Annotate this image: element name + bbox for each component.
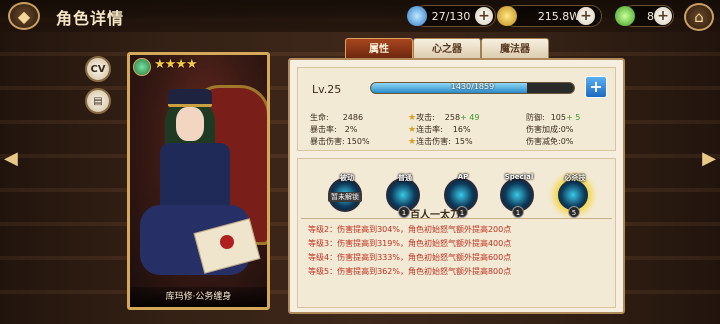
tab-attributes[interactable]: 属性: [345, 38, 413, 59]
prev-character-arrow-icon[interactable]: ◀: [4, 148, 18, 169]
cv-label: CV: [90, 63, 106, 75]
level-up-button[interactable]: +: [585, 76, 607, 98]
skill-level: 1: [512, 206, 524, 218]
character-coat: [160, 143, 230, 213]
exp-text: 1430/1859: [450, 82, 495, 91]
skill-ultimate[interactable]: 必杀技 5: [556, 174, 590, 218]
character-name: 库玛修·公务缠身: [130, 287, 267, 307]
back-button[interactable]: ◆: [8, 2, 40, 30]
stat-defense: 防御: 105+ 5: [526, 113, 581, 122]
star-icon: ★: [408, 125, 417, 135]
stat-crit: 暴击率: 2%: [310, 125, 358, 134]
gold-coin-icon: [497, 6, 517, 26]
add-gems-button[interactable]: +: [654, 7, 672, 25]
star-icon: ★: [408, 137, 417, 147]
exp-bar: 1430/1859: [370, 82, 575, 94]
level-label: Lv.25: [312, 83, 342, 96]
next-character-arrow-icon[interactable]: ▶: [702, 148, 716, 169]
skill-name: 普通: [398, 174, 412, 182]
stat-attack: ★攻击: 258+ 49: [408, 113, 480, 123]
back-diamond-icon: ◆: [17, 6, 31, 26]
gems-plus-holder: +: [654, 5, 676, 27]
skill-locked-badge: 暂未解锁: [328, 192, 362, 202]
detail-panel: Lv.25 1430/1859 + 生命: 2486 暴击率: 2% 暴击伤害: 15…: [288, 58, 625, 314]
stat-damage-reduction: 伤害减免:0%: [526, 137, 574, 146]
add-stamina-button[interactable]: +: [475, 7, 493, 25]
gold-plus-holder: +: [577, 5, 599, 27]
character-hat: [168, 89, 212, 107]
skill-name: 被动: [340, 174, 354, 182]
top-bar: ◆ 角色详情 27/130 + 215.8W 88 + ⌂: [0, 0, 720, 32]
skill-level-line: 等级5：伤害提高到362%，角色初始怒气额外提高800点: [308, 267, 512, 276]
rarity-stars: ★★★★: [154, 57, 198, 72]
skill-level-line: 等级3：伤害提高到319%，角色初始怒气额外提高400点: [308, 239, 512, 248]
skill-special[interactable]: Special 1: [500, 173, 534, 218]
skill-name: AP: [457, 173, 469, 181]
home-button[interactable]: ⌂: [684, 3, 714, 31]
stamina-resource: 27/130 +: [407, 5, 496, 27]
divider: [301, 218, 612, 219]
book-icon: ▤: [93, 95, 103, 107]
stat-crit-damage: 暴击伤害: 150%: [310, 137, 370, 146]
stat-combo: ★连击率: 16%: [408, 125, 471, 135]
skill-level: 1: [398, 206, 410, 218]
character-card: ★★★★ 库玛修·公务缠身: [127, 52, 270, 310]
page-title: 角色详情: [56, 9, 125, 28]
skill-level: 5: [568, 206, 580, 218]
skill-name: 必杀技: [564, 174, 586, 182]
skill-level-line: 等级4：伤害提高到333%，角色初始怒气额外提高600点: [308, 253, 512, 262]
stat-damage-bonus: 伤害加成:0%: [526, 125, 574, 134]
home-icon: ⌂: [694, 8, 704, 26]
stat-combo-damage: ★连击伤害: 15%: [408, 137, 473, 147]
stat-hp: 生命: 2486: [310, 113, 364, 122]
character-face: [176, 107, 204, 141]
skill-name: Special: [504, 173, 534, 181]
tab-magic-item[interactable]: 魔法器: [481, 38, 549, 59]
blue-swirl-icon: [407, 6, 427, 26]
add-gold-button[interactable]: +: [577, 7, 595, 25]
story-book-button[interactable]: ▤: [85, 88, 111, 114]
tab-heart-vessel[interactable]: 心之器: [413, 38, 481, 59]
stamina-value: 27/130: [431, 9, 471, 23]
green-leaf-icon: [615, 6, 635, 26]
skill-passive[interactable]: 被动 暂未解锁: [328, 174, 362, 212]
cv-voice-button[interactable]: CV: [85, 56, 111, 82]
star-icon: ★: [408, 113, 417, 123]
wax-seal-illustration: [220, 235, 234, 249]
skill-level-line: 等级2：伤害提高到304%，角色初始怒气额外提高200点: [308, 225, 512, 234]
wind-element-icon: [133, 58, 151, 76]
